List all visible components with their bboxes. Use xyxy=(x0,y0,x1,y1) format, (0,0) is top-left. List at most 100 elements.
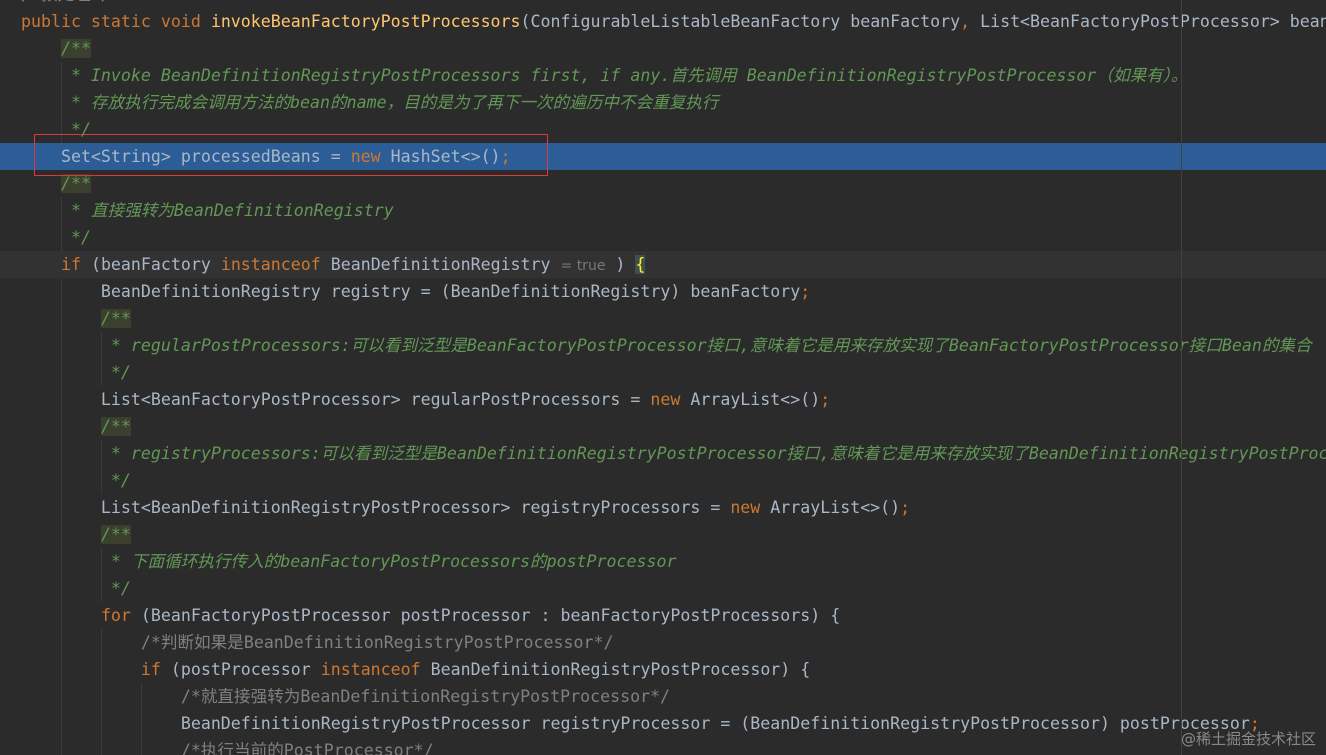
code-token: Set<String> processedBeans = xyxy=(21,147,351,166)
code-line[interactable]: BeanDefinitionRegistry registry = (BeanD… xyxy=(0,278,1326,305)
code-token: instanceof xyxy=(220,255,331,274)
code-token: (ConfigurableListableBeanFactory beanFac… xyxy=(520,12,961,31)
code-token: */ xyxy=(21,471,131,490)
code-line[interactable]: /** xyxy=(0,305,1326,332)
code-line[interactable]: * 下面循环执行传入的beanFactoryPostProcessors的pos… xyxy=(0,548,1326,575)
code-token: BeanDefinitionRegistry xyxy=(330,255,561,274)
code-line-text: for (BeanFactoryPostProcessor postProces… xyxy=(21,602,840,629)
code-line-text: /*执行当前的PostProcessor*/ xyxy=(21,737,434,755)
code-token: invokeBeanFactoryPostProcessors xyxy=(210,12,521,31)
code-line-text: * regularPostProcessors:可以看到泛型是BeanFacto… xyxy=(21,332,1312,359)
code-token: BeanDefinitionRegistryPostProcessor regi… xyxy=(21,714,1250,733)
code-line[interactable]: */ xyxy=(0,467,1326,494)
code-token: ; xyxy=(900,498,911,517)
code-line-text: */ xyxy=(21,224,91,251)
code-line[interactable]: * Invoke BeanDefinitionRegistryPostProce… xyxy=(0,62,1326,89)
code-line-text: * 下面循环执行传入的beanFactoryPostProcessors的pos… xyxy=(21,548,677,575)
code-line[interactable]: /** xyxy=(0,35,1326,62)
code-line[interactable]: /*就直接强转为BeanDefinitionRegistryPostProces… xyxy=(0,683,1326,710)
code-line[interactable]: /** xyxy=(0,521,1326,548)
code-token: /*预处理*/ xyxy=(21,0,111,4)
code-line[interactable]: */ xyxy=(0,359,1326,386)
code-line[interactable]: /** xyxy=(0,170,1326,197)
code-line[interactable]: */ xyxy=(0,575,1326,602)
code-line[interactable]: for (BeanFactoryPostProcessor postProces… xyxy=(0,602,1326,629)
code-token: ; xyxy=(800,282,811,301)
code-token: instanceof xyxy=(320,660,431,679)
code-line-text: * registryProcessors:可以看到泛型是BeanDefiniti… xyxy=(21,440,1326,467)
code-token: /*判断如果是BeanDefinitionRegistryPostProcess… xyxy=(21,633,614,652)
code-token: for xyxy=(100,606,141,625)
code-line-text: */ xyxy=(21,359,131,386)
code-line-text: /** xyxy=(21,521,131,548)
code-line[interactable]: /*判断如果是BeanDefinitionRegistryPostProcess… xyxy=(0,629,1326,656)
code-token: , xyxy=(960,12,981,31)
code-token: = true xyxy=(560,258,606,274)
code-line-text: */ xyxy=(21,467,131,494)
code-token: * 下面循环执行传入的beanFactoryPostProcessors的pos… xyxy=(21,552,677,571)
code-line-text: /*就直接强转为BeanDefinitionRegistryPostProces… xyxy=(21,683,670,710)
code-token: */ xyxy=(21,228,91,247)
code-token: ) xyxy=(605,255,636,274)
code-line-text: /*预处理*/ xyxy=(21,0,111,8)
code-line-text: BeanDefinitionRegistryPostProcessor regi… xyxy=(21,710,1260,737)
code-line-text: */ xyxy=(21,116,91,143)
code-token: /** xyxy=(100,525,131,544)
code-line[interactable]: /*预处理*/ xyxy=(0,0,1326,8)
code-line[interactable]: public static void invokeBeanFactoryPost… xyxy=(0,8,1326,35)
code-token: new xyxy=(350,147,391,166)
code-token: */ xyxy=(21,363,131,382)
code-line-text: /*判断如果是BeanDefinitionRegistryPostProcess… xyxy=(21,629,614,656)
code-line[interactable]: List<BeanFactoryPostProcessor> regularPo… xyxy=(0,386,1326,413)
code-line-text: /** xyxy=(21,413,131,440)
code-line-text: Set<String> processedBeans = new HashSet… xyxy=(21,143,511,170)
code-editor[interactable]: /*预处理*/ public static void invokeBeanFact… xyxy=(0,0,1326,755)
code-line-text: /** xyxy=(21,35,91,62)
code-token: * Invoke BeanDefinitionRegistryPostProce… xyxy=(21,66,1188,85)
code-line[interactable]: * regularPostProcessors:可以看到泛型是BeanFacto… xyxy=(0,332,1326,359)
code-token: (postProcessor xyxy=(170,660,321,679)
code-token: ; xyxy=(500,147,511,166)
code-token: public static void xyxy=(21,12,211,31)
code-token: * 存放执行完成会调用方法的bean的name，目的是为了再下一次的遍历中不会重… xyxy=(21,93,719,112)
code-line[interactable]: List<BeanDefinitionRegistryPostProcessor… xyxy=(0,494,1326,521)
code-line[interactable]: * 直接强转为BeanDefinitionRegistry xyxy=(0,197,1326,224)
code-line[interactable]: BeanDefinitionRegistryPostProcessor regi… xyxy=(0,710,1326,737)
code-token: * 直接强转为BeanDefinitionRegistry xyxy=(21,201,394,220)
code-token: (BeanFactoryPostProcessor postProcessor … xyxy=(140,606,841,625)
code-line-text: if (beanFactory instanceof BeanDefinitio… xyxy=(21,251,646,278)
code-line[interactable]: * registryProcessors:可以看到泛型是BeanDefiniti… xyxy=(0,440,1326,467)
code-line[interactable]: * 存放执行完成会调用方法的bean的name，目的是为了再下一次的遍历中不会重… xyxy=(0,89,1326,116)
code-line-text: * 直接强转为BeanDefinitionRegistry xyxy=(21,197,394,224)
code-token: new xyxy=(730,498,771,517)
code-token: /** xyxy=(100,309,131,328)
code-token: /** xyxy=(60,39,91,58)
code-line-text: * 存放执行完成会调用方法的bean的name，目的是为了再下一次的遍历中不会重… xyxy=(21,89,719,116)
code-line[interactable]: */ xyxy=(0,116,1326,143)
code-line-text: List<BeanFactoryPostProcessor> regularPo… xyxy=(21,386,830,413)
code-line[interactable]: if (beanFactory instanceof BeanDefinitio… xyxy=(0,251,1326,278)
code-line-text: List<BeanDefinitionRegistryPostProcessor… xyxy=(21,494,910,521)
code-line-selected[interactable]: Set<String> processedBeans = new HashSet… xyxy=(0,143,1326,170)
code-line[interactable]: /** xyxy=(0,413,1326,440)
code-token: if xyxy=(60,255,91,274)
code-token: { xyxy=(635,255,646,274)
code-token: BeanDefinitionRegistryPostProcessor) { xyxy=(430,660,811,679)
code-line[interactable]: */ xyxy=(0,224,1326,251)
code-line[interactable]: if (postProcessor instanceof BeanDefinit… xyxy=(0,656,1326,683)
code-token: /** xyxy=(60,174,91,193)
code-line-text: */ xyxy=(21,575,131,602)
code-token: BeanDefinitionRegistry registry = (BeanD… xyxy=(21,282,801,301)
code-line[interactable]: /*执行当前的PostProcessor*/ xyxy=(0,737,1326,755)
code-token: ArrayList<>() xyxy=(690,390,821,409)
code-token: List<BeanDefinitionRegistryPostProcessor… xyxy=(21,498,731,517)
code-token: List<BeanFactoryPostProcessor> beanFacto… xyxy=(980,12,1326,31)
code-line-text: * Invoke BeanDefinitionRegistryPostProce… xyxy=(21,62,1188,89)
code-token: */ xyxy=(21,579,131,598)
